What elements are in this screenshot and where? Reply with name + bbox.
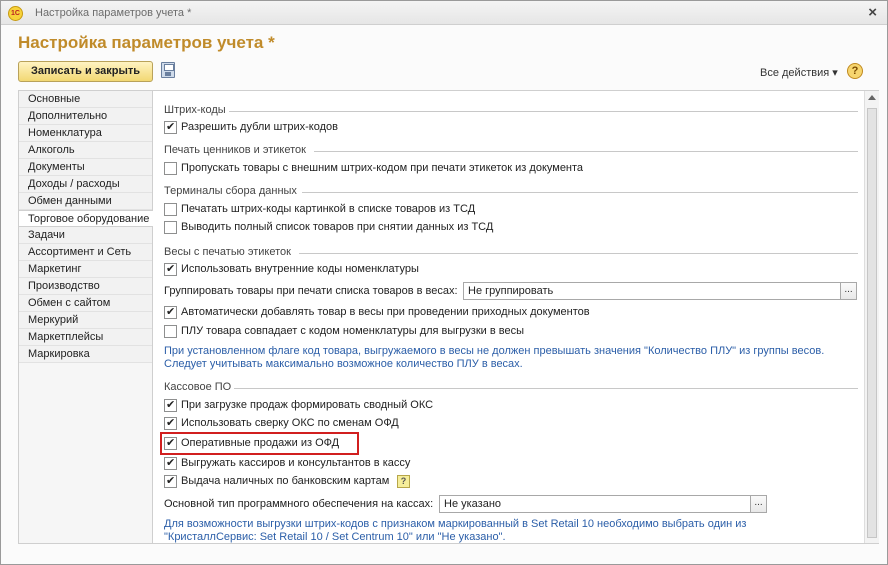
- sidebar-item-mercury[interactable]: Меркурий: [19, 312, 152, 329]
- sidebar-item-marketing[interactable]: Маркетинг: [19, 261, 152, 278]
- checkbox-box[interactable]: [164, 325, 177, 338]
- sidebar-item-documents[interactable]: Документы: [19, 159, 152, 176]
- group-divider: [299, 253, 858, 254]
- scroll-thumb[interactable]: [867, 108, 877, 538]
- close-icon[interactable]: ×: [868, 4, 877, 21]
- checkbox-box[interactable]: [164, 474, 177, 488]
- scales-info-line-1: При установленном флаге код товара, выгр…: [164, 345, 825, 357]
- sidebar-item-nomenclature[interactable]: Номенклатура: [19, 125, 152, 142]
- pos-info-line-1: Для возможности выгрузки штрих-кодов с п…: [164, 518, 747, 530]
- pos-info-line-2: "КристаллСервис: Set Retail 10 / Set Cen…: [164, 531, 506, 543]
- checkbox-box[interactable]: [164, 162, 177, 175]
- checkbox-label: Выводить полный список товаров при сняти…: [181, 221, 494, 233]
- scroll-up-icon[interactable]: [868, 95, 876, 100]
- page-title: Настройка параметров учета *: [18, 33, 275, 52]
- title-bar: 1С Настройка параметров учета * ×: [1, 1, 887, 25]
- sidebar-item-assortment[interactable]: Ассортимент и Сеть: [19, 244, 152, 261]
- scales-info-line-2: Следует учитывать максимально возможное …: [164, 358, 523, 370]
- checkbox-label: Использовать сверку ОКС по сменам ОФД: [181, 417, 399, 429]
- checkbox-label: При загрузке продаж формировать сводный …: [181, 399, 434, 411]
- checkbox-label: ПЛУ товара совпадает с кодом номенклатур…: [181, 325, 524, 337]
- pos-software-field[interactable]: Не указано: [439, 495, 752, 513]
- save-icon[interactable]: [161, 62, 175, 78]
- sidebar-item-tasks[interactable]: Задачи: [19, 227, 152, 244]
- group-divider: [302, 192, 858, 193]
- checkbox-box[interactable]: [164, 120, 177, 134]
- sidebar-item-data-exchange[interactable]: Обмен данными: [19, 193, 152, 210]
- checkbox-box[interactable]: [164, 398, 177, 412]
- sidebar-item-additional[interactable]: Дополнительно: [19, 108, 152, 125]
- group-divider: [314, 151, 858, 152]
- checkbox-label: Печатать штрих-коды картинкой в списке т…: [181, 203, 476, 215]
- checkbox-box[interactable]: [164, 262, 177, 276]
- sidebar-item-income-expense[interactable]: Доходы / расходы: [19, 176, 152, 193]
- checkbox-box[interactable]: [164, 416, 177, 430]
- window-title: Настройка параметров учета *: [35, 7, 192, 19]
- group-title-terminals: Терминалы сбора данных: [164, 185, 297, 197]
- sidebar: Основные Дополнительно Номенклатура Алко…: [18, 90, 154, 544]
- group-title-scales: Весы с печатью этикеток: [164, 246, 291, 258]
- checkbox-box[interactable]: [164, 221, 177, 234]
- checkbox-label: Пропускать товары с внешним штрих-кодом …: [181, 162, 584, 174]
- sidebar-item-trade-equipment[interactable]: Торговое оборудование: [19, 210, 154, 227]
- question-icon[interactable]: ?: [397, 475, 410, 488]
- pos-software-label: Основной тип программного обеспечения на…: [164, 498, 434, 510]
- checkbox-label: Выдача наличных по банковским картам: [181, 475, 390, 487]
- pos-software-select-button[interactable]: ...: [750, 495, 767, 513]
- sidebar-item-site-exchange[interactable]: Обмен с сайтом: [19, 295, 152, 312]
- group-divider: [229, 111, 858, 112]
- group-products-field[interactable]: Не группировать: [463, 282, 841, 300]
- checkbox-box[interactable]: [164, 203, 177, 216]
- sidebar-item-marking[interactable]: Маркировка: [19, 346, 152, 363]
- save-and-close-button[interactable]: Записать и закрыть: [18, 61, 153, 82]
- app-logo-icon: 1С: [8, 6, 23, 21]
- help-icon[interactable]: ?: [847, 63, 863, 79]
- checkbox-label: Разрешить дубли штрих-кодов: [181, 121, 338, 133]
- checkbox-box[interactable]: [164, 456, 177, 470]
- group-title-barcodes: Штрих-коды: [164, 104, 226, 116]
- group-title-pos: Кассовое ПО: [164, 381, 232, 393]
- checkbox-box[interactable]: [164, 305, 177, 319]
- checkbox-label: Выгружать кассиров и консультантов в кас…: [181, 457, 411, 469]
- vertical-scrollbar[interactable]: [864, 91, 879, 543]
- group-title-labels: Печать ценников и этикеток: [164, 144, 306, 156]
- sidebar-item-production[interactable]: Производство: [19, 278, 152, 295]
- highlight-frame: [160, 432, 359, 455]
- sidebar-item-marketplaces[interactable]: Маркетплейсы: [19, 329, 152, 346]
- group-divider: [234, 388, 858, 389]
- checkbox-label: Использовать внутренние коды номенклатур…: [181, 263, 419, 275]
- sidebar-item-main[interactable]: Основные: [19, 91, 152, 108]
- group-products-label: Группировать товары при печати списка то…: [164, 285, 458, 297]
- all-actions-menu[interactable]: Все действия ▾: [760, 66, 838, 79]
- checkbox-label: Автоматически добавлять товар в весы при…: [181, 306, 590, 318]
- group-products-select-button[interactable]: ...: [840, 282, 857, 300]
- sidebar-item-alcohol[interactable]: Алкоголь: [19, 142, 152, 159]
